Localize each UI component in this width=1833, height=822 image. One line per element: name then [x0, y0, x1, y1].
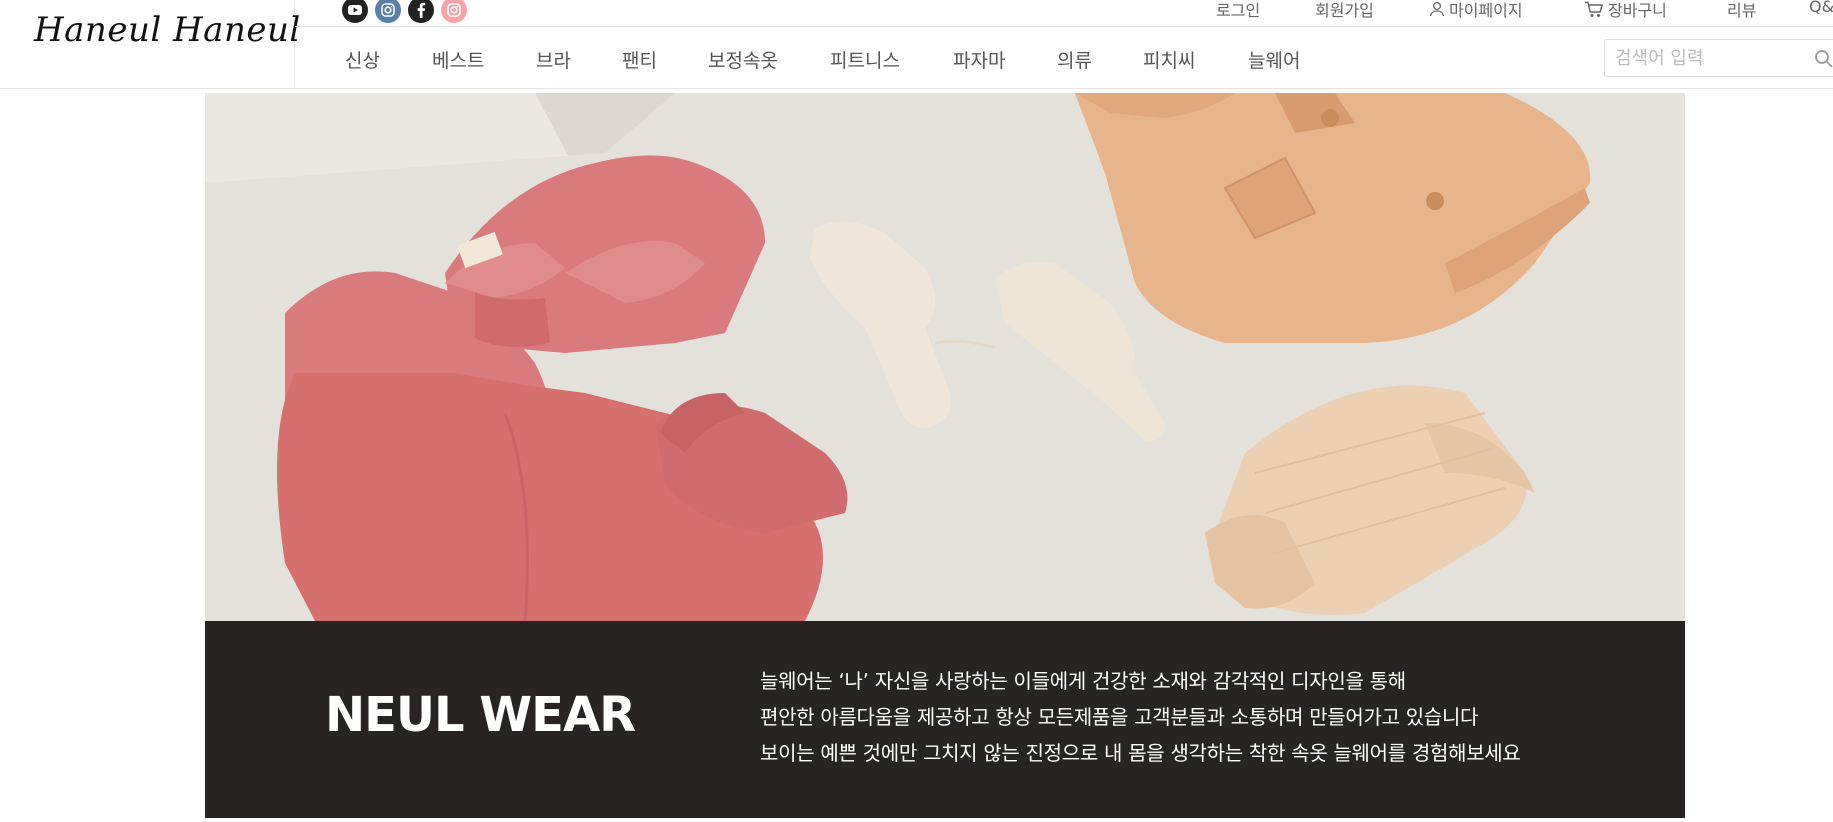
facebook-icon[interactable] — [408, 0, 434, 23]
youtube-icon[interactable] — [342, 0, 368, 23]
nav-item-pajama[interactable]: 파자마 — [953, 46, 1005, 73]
nav-item-shapewear[interactable]: 보정속옷 — [708, 46, 778, 73]
qna-link[interactable]: Q&A — [1809, 0, 1833, 16]
nav-item-clothing[interactable]: 의류 — [1057, 46, 1092, 73]
hero-banner[interactable]: NEUL WEAR 늘웨어는 ‘나’ 자신을 사랑하는 이들에게 건강한 소재와… — [205, 93, 1685, 818]
nav-item-best[interactable]: 베스트 — [432, 46, 484, 73]
join-label: 회원가입 — [1315, 1, 1374, 20]
hero-line-3: 보이는 예쁜 것에만 그치지 않는 진정으로 내 몸을 생각하는 착한 속옷 늘… — [760, 741, 1521, 765]
brand-logo[interactable]: Haneul Haneul — [34, 10, 301, 50]
logo-area: Haneul Haneul — [0, 0, 300, 88]
nav-item-fitness[interactable]: 피트니스 — [830, 46, 900, 73]
search-box — [1604, 39, 1833, 77]
hero-text-panel: NEUL WEAR 늘웨어는 ‘나’ 자신을 사랑하는 이들에게 건강한 소재와… — [205, 621, 1685, 818]
login-link[interactable]: 로그인 — [1216, 0, 1260, 21]
review-link[interactable]: 리뷰 — [1727, 0, 1756, 21]
mypage-label: 마이페이지 — [1449, 1, 1523, 20]
nav-item-bra[interactable]: 브라 — [536, 46, 571, 73]
cart-link[interactable]: 장바구니 — [1584, 0, 1667, 21]
nav-item-panty[interactable]: 팬티 — [622, 46, 657, 73]
hero-title: NEUL WEAR — [325, 687, 636, 743]
user-icon — [1429, 1, 1445, 17]
mypage-link[interactable]: 마이페이지 — [1429, 0, 1523, 21]
hero-line-2: 편안한 아름다움을 제공하고 항상 모든제품을 고객분들과 소통하며 만들어가고… — [760, 705, 1479, 729]
review-label: 리뷰 — [1727, 1, 1757, 20]
hero-description: 늘웨어는 ‘나’ 자신을 사랑하는 이들에게 건강한 소재와 감각적인 디자인을… — [760, 663, 1521, 771]
login-label: 로그인 — [1216, 1, 1261, 20]
join-link[interactable]: 회원가입 — [1315, 0, 1374, 21]
instagram-pink-icon[interactable] — [441, 0, 467, 23]
qna-label: Q&A — [1809, 0, 1833, 16]
cart-icon — [1584, 1, 1604, 18]
nav-item-neulwear[interactable]: 늘웨어 — [1248, 46, 1300, 73]
search-icon[interactable] — [1814, 49, 1833, 73]
nav-item-new[interactable]: 신상 — [345, 46, 380, 73]
instagram-icon[interactable] — [375, 0, 401, 23]
social-links — [342, 0, 467, 23]
hero-line-1: 늘웨어는 ‘나’ 자신을 사랑하는 이들에게 건강한 소재와 감각적인 디자인을… — [760, 669, 1406, 693]
header-divider — [295, 26, 1833, 27]
site-header: Haneul Haneul 로그인 회원가입 마이페이지 장바구니 리뷰 Q& … — [0, 0, 1833, 89]
search-input[interactable] — [1615, 40, 1795, 76]
nav-item-peachsee[interactable]: 피치씨 — [1143, 46, 1195, 73]
cart-label: 장바구니 — [1608, 1, 1667, 20]
